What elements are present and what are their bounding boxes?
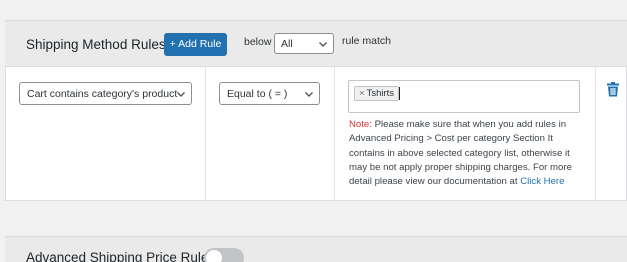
text-cursor [399,87,400,100]
documentation-link[interactable]: Click Here [520,176,564,187]
condition-select[interactable]: Cart contains category's product [19,82,192,105]
advanced-shipping-toggle[interactable] [204,248,244,262]
operator-selected-value: Equal to ( = ) [227,88,288,100]
category-tag-input[interactable]: × Tshirts [348,80,580,113]
add-rule-button[interactable]: + Add Rule [164,33,227,56]
note-label: Note: [349,119,372,130]
category-tag-label: Tshirts [366,88,395,99]
shipping-rules-header: Shipping Method Rules + Add Rule below A… [5,20,627,66]
advanced-shipping-title: Advanced Shipping Price Rules [26,250,216,262]
rule-match-select[interactable]: All [274,33,334,54]
rules-table: Cart contains category's product Equal t… [5,66,627,201]
rule-match-label: rule match [342,35,392,47]
column-divider [334,67,335,200]
column-divider [205,67,206,200]
shipping-method-rules-title: Shipping Method Rules [26,37,166,52]
chevron-down-icon [177,92,185,97]
trash-icon[interactable] [606,82,620,97]
below-label: below [244,36,272,48]
condition-selected-value: Cart contains category's product [27,88,178,100]
chevron-down-icon [305,92,313,97]
advanced-shipping-section: Advanced Shipping Price Rules [5,236,627,262]
operator-select[interactable]: Equal to ( = ) [219,82,320,105]
toggle-knob [206,250,222,262]
remove-tag-icon[interactable]: × [359,88,365,99]
category-rule-note: Note: Please make sure that when you add… [349,118,581,189]
rule-match-selected-value: All [281,38,293,50]
category-tag[interactable]: × Tshirts [354,86,400,101]
column-divider [595,67,596,200]
chevron-down-icon [319,42,327,47]
